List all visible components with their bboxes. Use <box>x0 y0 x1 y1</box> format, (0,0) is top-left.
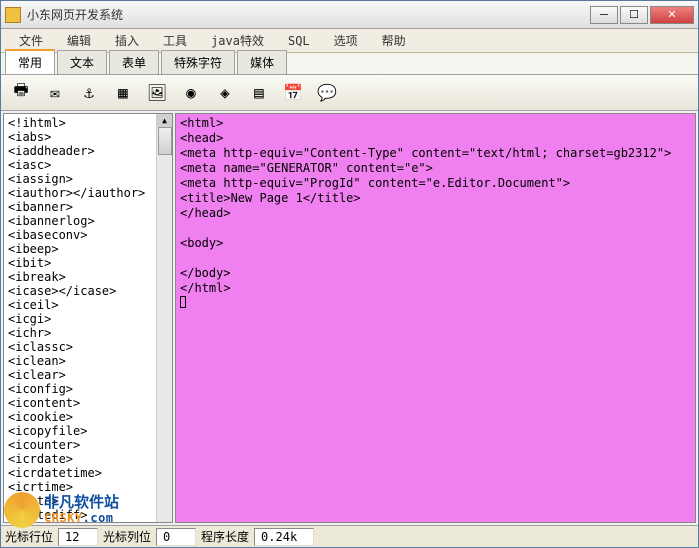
list-item[interactable]: <iasc> <box>8 158 152 172</box>
list-item[interactable]: <iabs> <box>8 130 152 144</box>
calendar-icon[interactable]: 📅 <box>281 81 305 105</box>
window-title: 小东网页开发系统 <box>27 6 590 23</box>
menu-insert[interactable]: 插入 <box>103 30 151 51</box>
list-item[interactable]: <icrdatetime> <box>8 466 152 480</box>
status-len-value: 0.24k <box>254 528 314 546</box>
main-window: 小东网页开发系统 ─ ☐ ✕ 文件 编辑 插入 工具 java特效 SQL 选项… <box>0 0 699 548</box>
list-item[interactable]: <ibannerlog> <box>8 214 152 228</box>
tab-special[interactable]: 特殊字符 <box>161 50 235 74</box>
close-button[interactable]: ✕ <box>650 6 694 24</box>
tab-text[interactable]: 文本 <box>57 50 107 74</box>
list-item[interactable]: <iceil> <box>8 298 152 312</box>
list-item[interactable]: <ichr> <box>8 326 152 340</box>
code-editor[interactable]: <html> <head> <meta http-equiv="Content-… <box>175 113 696 523</box>
sidebar: <!ihtml><iabs><iaddheader><iasc><iassign… <box>3 113 173 523</box>
sidebar-scrollbar[interactable] <box>156 114 172 522</box>
list-item[interactable]: <icgi> <box>8 312 152 326</box>
menu-tools[interactable]: 工具 <box>151 30 199 51</box>
image-icon[interactable]: 🖼 <box>145 81 169 105</box>
watermark: 非凡软件站 CRSKY.com <box>4 490 164 530</box>
list-item[interactable]: <ibit> <box>8 256 152 270</box>
color-icon[interactable]: ◉ <box>179 81 203 105</box>
tab-common[interactable]: 常用 <box>5 49 55 74</box>
tag-list[interactable]: <!ihtml><iabs><iaddheader><iasc><iassign… <box>4 114 156 522</box>
list-item[interactable]: <!ihtml> <box>8 116 152 130</box>
watermark-cn: 非凡软件站 <box>44 494 119 511</box>
tab-form[interactable]: 表单 <box>109 50 159 74</box>
status-len-label: 程序长度 <box>197 528 253 545</box>
list-item[interactable]: <ibanner> <box>8 200 152 214</box>
watermark-en: CRSKY.com <box>44 511 119 526</box>
tag-icon[interactable]: ◈ <box>213 81 237 105</box>
app-icon <box>5 7 21 23</box>
watermark-logo-icon <box>4 492 40 528</box>
scrollbar-thumb[interactable] <box>158 127 172 155</box>
editor-content: <html> <head> <meta http-equiv="Content-… <box>180 116 691 296</box>
table-icon[interactable]: ▦ <box>111 81 135 105</box>
window-buttons: ─ ☐ ✕ <box>590 6 694 24</box>
list-item[interactable]: <icase></icase> <box>8 284 152 298</box>
list-item[interactable]: <iassign> <box>8 172 152 186</box>
list-item[interactable]: <iclear> <box>8 368 152 382</box>
menu-sql[interactable]: SQL <box>276 32 322 50</box>
status-line-value: 12 <box>58 528 98 546</box>
status-col-label: 光标列位 <box>99 528 155 545</box>
maximize-button[interactable]: ☐ <box>620 6 648 24</box>
toolbar: 🖶 ✉ ⚓ ▦ 🖼 ◉ ◈ ▤ 📅 💬 <box>1 75 698 111</box>
list-item[interactable]: <ibreak> <box>8 270 152 284</box>
list-item[interactable]: <icopyfile> <box>8 424 152 438</box>
watermark-text: 非凡软件站 CRSKY.com <box>44 494 119 526</box>
text-cursor <box>180 296 186 308</box>
list-item[interactable]: <icrdate> <box>8 452 152 466</box>
menu-help[interactable]: 帮助 <box>370 30 418 51</box>
layout-icon[interactable]: ▤ <box>247 81 271 105</box>
tabbar: 常用 文本 表单 特殊字符 媒体 <box>1 53 698 75</box>
list-item[interactable]: <ibaseconv> <box>8 228 152 242</box>
list-item[interactable]: <icounter> <box>8 438 152 452</box>
mail-icon[interactable]: ✉ <box>43 81 67 105</box>
list-item[interactable]: <icontent> <box>8 396 152 410</box>
list-item[interactable]: <iaddheader> <box>8 144 152 158</box>
list-item[interactable]: <iconfig> <box>8 382 152 396</box>
status-line-label: 光标行位 <box>1 528 57 545</box>
list-item[interactable]: <iclassc> <box>8 340 152 354</box>
anchor-icon[interactable]: ⚓ <box>77 81 101 105</box>
list-item[interactable]: <ibeep> <box>8 242 152 256</box>
main-area: <!ihtml><iabs><iaddheader><iasc><iassign… <box>1 111 698 525</box>
list-item[interactable]: <iauthor></iauthor> <box>8 186 152 200</box>
status-col-value: 0 <box>156 528 196 546</box>
minimize-button[interactable]: ─ <box>590 6 618 24</box>
titlebar[interactable]: 小东网页开发系统 ─ ☐ ✕ <box>1 1 698 29</box>
list-item[interactable]: <icookie> <box>8 410 152 424</box>
chat-icon[interactable]: 💬 <box>315 81 339 105</box>
menu-options[interactable]: 选项 <box>322 30 370 51</box>
menu-java[interactable]: java特效 <box>199 30 276 51</box>
print-icon[interactable]: 🖶 <box>9 81 33 105</box>
menu-edit[interactable]: 编辑 <box>55 30 103 51</box>
tab-media[interactable]: 媒体 <box>237 50 287 74</box>
list-item[interactable]: <iclean> <box>8 354 152 368</box>
menu-file[interactable]: 文件 <box>7 30 55 51</box>
